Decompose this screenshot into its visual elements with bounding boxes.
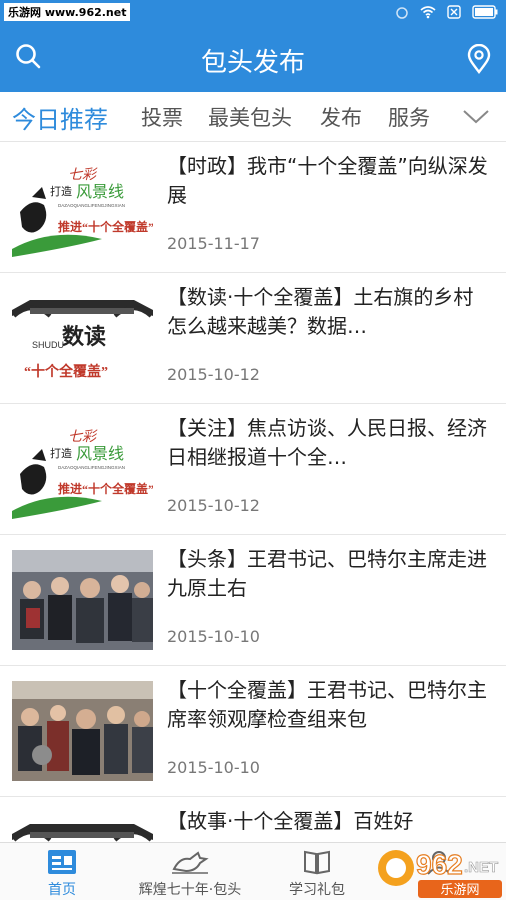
news-item[interactable]: 【头条】王君书记、巴特尔主席走进九原土右 2015-10-10 bbox=[0, 535, 506, 666]
nav-study-label: 学习礼包 bbox=[289, 882, 345, 898]
horse-icon bbox=[172, 851, 209, 874]
nav-seventy-years-label: 辉煌七十年·包头 bbox=[138, 882, 242, 898]
svg-text:DAZAOQIANGLIFENGJINGXIAN: DAZAOQIANGLIFENGJINGXIAN bbox=[58, 465, 125, 470]
alarm-icon bbox=[396, 7, 408, 19]
svg-text:打造: 打造 bbox=[50, 446, 72, 460]
status-bar: 乐游网 www.962.net bbox=[0, 0, 506, 26]
svg-text:数读: 数读 bbox=[62, 324, 106, 349]
tab-service[interactable]: 服务 bbox=[388, 102, 430, 132]
svg-text:推进“十个全覆盖”: 推进“十个全覆盖” bbox=[58, 481, 153, 496]
svg-text:SHUDU: SHUDU bbox=[32, 340, 64, 350]
nav-home-label: 首页 bbox=[48, 882, 76, 898]
news-item[interactable]: 七彩 打造 风景线 DAZAOQIANGLIFENGJINGXIAN 推进“十个… bbox=[0, 142, 506, 273]
nav-home[interactable]: 首页 bbox=[20, 843, 104, 900]
tab-today[interactable]: 今日推荐 bbox=[12, 100, 108, 135]
news-title: 【十个全覆盖】王君书记、巴特尔主席率领观摩检查组来包 bbox=[167, 678, 487, 731]
svg-text:“十个全覆盖”: “十个全覆盖” bbox=[24, 363, 108, 380]
svg-text:风景线: 风景线 bbox=[76, 445, 124, 463]
app-title: 包头发布 bbox=[200, 48, 305, 78]
news-title: 【时政】我市“十个全覆盖”向纵深发展 bbox=[167, 154, 488, 207]
news-photo bbox=[12, 681, 153, 781]
news-item[interactable]: 数读 SHUDU “十个全覆盖” 【数读·十个全覆盖】土右旗的乡村怎么越来越美？… bbox=[0, 273, 506, 404]
tab-beautiful-baotou[interactable]: 最美包头 bbox=[208, 102, 292, 132]
svg-text:七彩: 七彩 bbox=[68, 167, 98, 183]
svg-text:推进“十个全覆盖”: 推进“十个全覆盖” bbox=[58, 219, 153, 234]
news-item[interactable]: 七彩 打造 风景线 DAZAOQIANGLIFENGJINGXIAN 推进“十个… bbox=[0, 404, 506, 535]
news-date: 2015-10-10 bbox=[167, 627, 260, 646]
svg-text:962: 962 bbox=[416, 849, 463, 880]
battery-icon bbox=[472, 5, 498, 19]
app-bar: 包头发布 bbox=[0, 26, 506, 92]
news-item[interactable]: 【十个全覆盖】王君书记、巴特尔主席率领观摩检查组来包 2015-10-10 bbox=[0, 666, 506, 797]
status-watermark: 乐游网 www.962.net bbox=[4, 3, 131, 21]
chevron-down-icon[interactable] bbox=[462, 106, 490, 126]
sim-icon bbox=[447, 5, 461, 19]
news-thumbnail: 七彩 打造 风景线 DAZAOQIANGLIFENGJINGXIAN 推进“十个… bbox=[12, 419, 153, 519]
nav-seventy-years[interactable]: 辉煌七十年·包头 bbox=[128, 843, 252, 900]
svg-text:.NET: .NET bbox=[464, 859, 498, 876]
nav-study[interactable]: 学习礼包 bbox=[270, 843, 364, 900]
wifi-icon bbox=[420, 6, 436, 19]
book-icon bbox=[304, 850, 330, 875]
news-date: 2015-10-12 bbox=[167, 496, 260, 515]
news-date: 2015-11-17 bbox=[167, 234, 260, 253]
tab-publish[interactable]: 发布 bbox=[320, 102, 362, 132]
news-title: 【数读·十个全覆盖】土右旗的乡村怎么越来越美？数据… bbox=[167, 285, 474, 338]
svg-text:DAZAOQIANGLIFENGJINGXIAN: DAZAOQIANGLIFENGJINGXIAN bbox=[58, 203, 125, 208]
news-title: 【故事·十个全覆盖】百姓好 bbox=[167, 809, 414, 833]
svg-text:打造: 打造 bbox=[50, 184, 72, 198]
news-thumbnail: 七彩 打造 风景线 DAZAOQIANGLIFENGJINGXIAN 推进“十个… bbox=[12, 157, 153, 257]
news-date: 2015-10-10 bbox=[167, 758, 260, 777]
location-icon[interactable] bbox=[466, 44, 492, 74]
svg-text:乐游网: 乐游网 bbox=[440, 882, 479, 897]
tab-vote[interactable]: 投票 bbox=[141, 102, 183, 132]
news-title: 【关注】焦点访谈、人民日报、经济日相继报道十个全… bbox=[167, 416, 487, 469]
home-icon bbox=[48, 850, 76, 874]
news-thumbnail: 数读 SHUDU “十个全覆盖” bbox=[12, 288, 153, 388]
svg-text:七彩: 七彩 bbox=[68, 429, 98, 445]
svg-text:风景线: 风景线 bbox=[76, 183, 124, 201]
news-date: 2015-10-12 bbox=[167, 365, 260, 384]
category-tabs: 今日推荐 投票 最美包头 发布 服务 bbox=[0, 92, 506, 142]
news-title: 【头条】王君书记、巴特尔主席走进九原土右 bbox=[167, 547, 487, 600]
news-photo bbox=[12, 550, 153, 650]
status-icons bbox=[394, 4, 498, 20]
site-watermark-logo: 962 .NET 乐游网 bbox=[378, 848, 502, 898]
